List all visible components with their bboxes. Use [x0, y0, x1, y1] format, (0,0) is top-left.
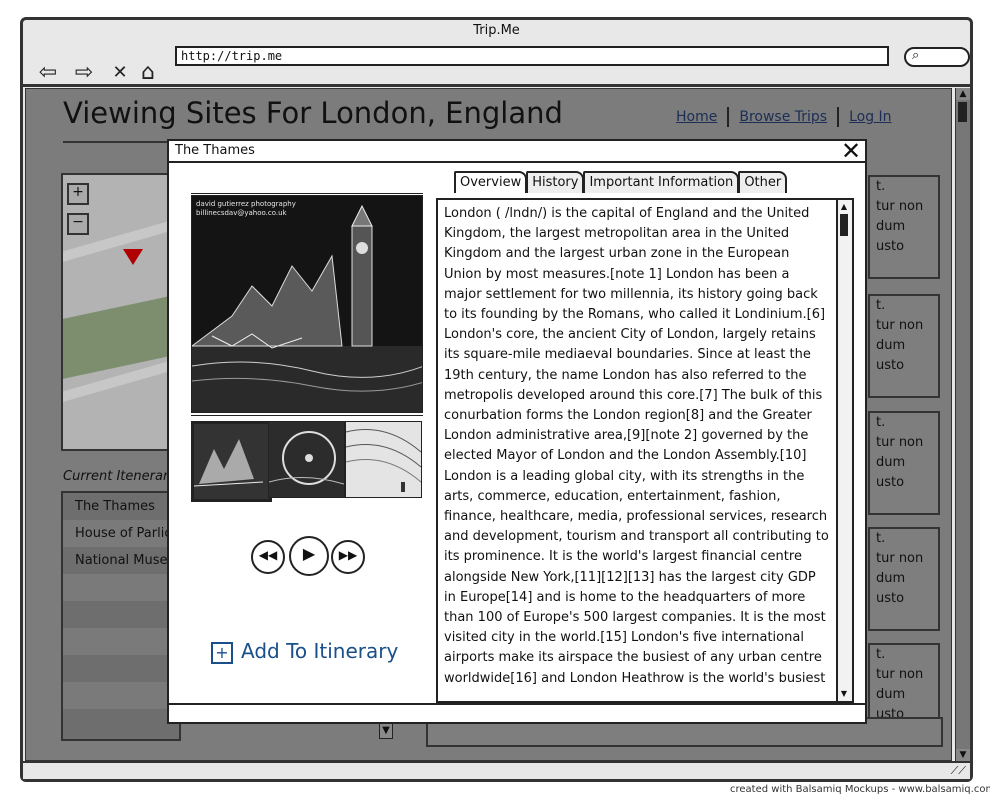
address-bar[interactable]: http://trip.me: [175, 46, 889, 66]
site-card-line: tur non: [876, 551, 924, 566]
modal-title: The Thames: [175, 143, 255, 158]
site-card-line: t.: [876, 531, 886, 546]
top-nav: Home Browse Trips Log In: [676, 107, 892, 127]
search-icon: ⌕: [912, 48, 920, 63]
overview-text: London ( /lndn/) is the capital of Engla…: [444, 204, 829, 689]
nav-separator: [727, 107, 730, 127]
site-card-line: usto: [876, 239, 905, 254]
thumbnail-divider: [191, 415, 423, 416]
tab-content-panel: London ( /lndn/) is the capital of Engla…: [436, 198, 854, 703]
site-detail-modal: The Thames ✕ david gutierrez photography…: [167, 137, 867, 724]
resize-grip-icon[interactable]: ⟋⟋: [951, 764, 966, 778]
itinerary-empty-row: [63, 601, 179, 628]
site-card-line: tur non: [876, 667, 924, 682]
back-arrow-icon[interactable]: ⇦: [35, 60, 61, 86]
site-card-line: dum: [876, 687, 906, 702]
thumbnail-image: [346, 422, 421, 497]
itinerary-item[interactable]: National Museu: [63, 547, 179, 574]
parliament-photo-image: david gutierrez photography billinecsdav…: [192, 196, 422, 412]
home-icon[interactable]: ⌂: [135, 60, 161, 86]
site-card-line: dum: [876, 338, 906, 353]
scrollbar-thumb[interactable]: [840, 214, 848, 236]
tab-bar: Overview History Important Information Othe…: [454, 171, 788, 197]
site-card-line: dum: [876, 455, 906, 470]
site-card-line: usto: [876, 475, 905, 490]
itinerary-item[interactable]: House of Parlic: [63, 520, 179, 547]
site-card-line: t.: [876, 647, 886, 662]
tab-history[interactable]: History: [526, 171, 585, 193]
nav-link-log-in[interactable]: Log In: [849, 109, 891, 125]
forward-arrow-icon[interactable]: ⇨: [71, 60, 97, 86]
modal-footer-divider: [169, 703, 865, 705]
itinerary-list: The Thames House of Parlic National Muse…: [61, 491, 181, 741]
add-to-itinerary-label: Add To Itinerary: [241, 639, 399, 663]
tab-other[interactable]: Other: [738, 171, 788, 193]
fast-forward-icon[interactable]: ▶▶: [331, 540, 365, 574]
site-card-line: tur non: [876, 435, 924, 450]
photo-credit-line: billinecsdav@yahoo.co.uk: [196, 209, 288, 217]
chrome-divider: [23, 84, 970, 87]
overview-paragraph: London ( /lndn/) is the capital of Engla…: [444, 206, 826, 464]
window-title: Trip.Me: [473, 23, 520, 38]
thumbnail-image: [194, 424, 264, 493]
page-scrollbar[interactable]: ▲ ▼: [955, 88, 970, 761]
map-zoom-in-button[interactable]: +: [67, 183, 89, 205]
site-card[interactable]: t. tur non dum usto: [868, 175, 940, 279]
site-card-line: tur non: [876, 199, 924, 214]
map-pin-icon[interactable]: [123, 249, 143, 265]
site-card-line: dum: [876, 219, 906, 234]
tab-overview[interactable]: Overview: [454, 171, 528, 193]
site-card-line: dum: [876, 571, 906, 586]
site-card-line: t.: [876, 298, 886, 313]
status-bar: ⟋⟋: [23, 761, 970, 779]
site-card-line: t.: [876, 179, 886, 194]
itinerary-scroll-down-icon[interactable]: ▼: [379, 723, 393, 739]
thumbnail-3[interactable]: [345, 421, 422, 498]
nav-separator: [837, 107, 840, 127]
stop-x-icon[interactable]: ✕: [107, 60, 133, 86]
plus-icon: +: [211, 641, 233, 664]
site-card-line: usto: [876, 358, 905, 373]
thumbnail-2[interactable]: [268, 421, 345, 498]
site-card-line: tur non: [876, 318, 924, 333]
map-panel[interactable]: + −: [61, 173, 181, 451]
play-icon[interactable]: ▶: [289, 536, 329, 576]
itinerary-empty-row: [63, 628, 179, 655]
nav-link-home[interactable]: Home: [676, 109, 717, 125]
photo-divider: [191, 193, 423, 194]
itinerary-empty-row: [63, 709, 179, 736]
content-scrollbar[interactable]: ▲ ▼: [836, 200, 852, 701]
site-card[interactable]: t. tur non dum usto: [868, 294, 940, 398]
site-card[interactable]: t. tur non dum usto: [868, 527, 940, 631]
page-title: Viewing Sites For London, England: [63, 96, 563, 130]
site-card-line: usto: [876, 591, 905, 606]
scrollbar-thumb[interactable]: [958, 102, 967, 122]
itinerary-empty-row: [63, 655, 179, 682]
main-photo[interactable]: david gutierrez photography billinecsdav…: [191, 195, 423, 413]
itinerary-empty-row: [63, 574, 179, 601]
add-to-itinerary-button[interactable]: + Add To Itinerary: [211, 639, 398, 664]
nav-link-browse-trips[interactable]: Browse Trips: [739, 109, 827, 125]
itinerary-label: Current Itenerar: [63, 469, 169, 484]
map-zoom-out-button[interactable]: −: [67, 213, 89, 235]
scroll-down-icon[interactable]: ▼: [838, 689, 850, 699]
tab-important-information[interactable]: Important Information: [583, 171, 740, 193]
scroll-up-icon[interactable]: ▲: [838, 202, 850, 212]
modal-title-divider: [169, 161, 865, 163]
site-card[interactable]: t. tur non dum usto: [868, 411, 940, 515]
itinerary-item[interactable]: The Thames: [63, 493, 179, 520]
photo-credit-line: david gutierrez photography: [196, 200, 296, 208]
scroll-down-icon[interactable]: ▼: [956, 749, 970, 761]
overview-paragraph: London is a leading global city, with it…: [444, 468, 829, 686]
site-card-line: t.: [876, 415, 886, 430]
itinerary-empty-row: [63, 682, 179, 709]
browser-search-field[interactable]: ⌕: [904, 47, 970, 67]
rewind-icon[interactable]: ◀◀: [251, 540, 285, 574]
thumbnail-image: [269, 422, 344, 497]
thumbnail-1[interactable]: [191, 421, 272, 502]
credit-text: created with Balsamiq Mockups - www.bals…: [730, 784, 990, 795]
scroll-up-icon[interactable]: ▲: [956, 88, 970, 100]
